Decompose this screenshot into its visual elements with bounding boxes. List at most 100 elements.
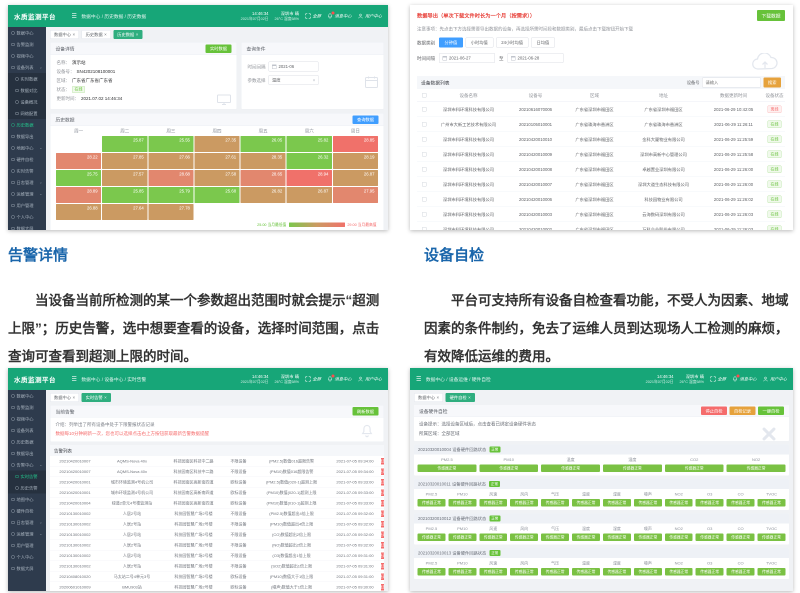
- calendar-day-cell[interactable]: 27.57: [102, 170, 147, 186]
- calendar-day-cell[interactable]: 28.65: [241, 170, 286, 186]
- fullscreen-button[interactable]: 全屏: [305, 13, 321, 19]
- sidebar-item[interactable]: 数据导出: [8, 448, 46, 460]
- close-icon[interactable]: ×: [73, 395, 76, 400]
- param-select[interactable]: 温度 ▾: [269, 75, 319, 85]
- date-to-input[interactable]: 2021-06-28: [508, 53, 564, 63]
- handle-alarm-button[interactable]: 处理: [381, 521, 384, 528]
- sidebar-item[interactable]: 告警监测: [8, 39, 46, 51]
- user-menu[interactable]: 用户中心: [357, 13, 382, 19]
- tab-chip[interactable]: 实时告警×: [82, 393, 111, 402]
- calendar-day-cell[interactable]: 26.05: [241, 136, 286, 152]
- download-button[interactable]: 下载数据: [757, 10, 785, 21]
- sidebar-item[interactable]: 设备概况: [8, 96, 46, 108]
- orange-action-button[interactable]: 自检记录: [729, 407, 755, 416]
- sensor-status-button[interactable]: 传感器正常: [479, 465, 538, 473]
- hamburger-icon[interactable]: ☰: [416, 376, 421, 383]
- calendar-day-cell[interactable]: 28.94: [287, 170, 332, 186]
- date-from-input[interactable]: 2021-06-27: [439, 53, 495, 63]
- table-row[interactable]: 深圳市科环境科技有限公司20210420010006广东省深圳市福田区科技园物业…: [417, 192, 785, 207]
- realtime-data-button[interactable]: 实时数据: [206, 44, 232, 53]
- sidebar-item[interactable]: 告警监测: [8, 402, 46, 414]
- tab-chip[interactable]: 历史数据×: [82, 30, 111, 39]
- calendar-day-cell[interactable]: 25.55: [148, 136, 193, 152]
- sidebar-item[interactable]: 实时数据: [8, 73, 46, 85]
- sidebar-item[interactable]: 数据大屏: [8, 563, 46, 575]
- sensor-status-button[interactable]: 传感器正常: [572, 499, 600, 507]
- sensor-status-button[interactable]: 传感器正常: [758, 568, 786, 576]
- sidebar-item[interactable]: 数据中心: [8, 27, 46, 39]
- calendar-day-cell[interactable]: 27.61: [194, 153, 239, 169]
- handle-alarm-button[interactable]: 处理: [381, 468, 384, 475]
- handle-alarm-button[interactable]: 处理: [381, 552, 384, 559]
- sidebar-item[interactable]: 网络配置: [8, 108, 46, 120]
- sensor-status-button[interactable]: 传感器正常: [603, 534, 631, 542]
- handle-alarm-button[interactable]: 处理: [381, 510, 384, 517]
- row-checkbox[interactable]: [417, 182, 431, 187]
- calendar-day-cell[interactable]: 28.22: [56, 153, 101, 169]
- sensor-status-button[interactable]: 传感器正常: [758, 499, 786, 507]
- sidebar-item[interactable]: 用户管理: [8, 200, 46, 212]
- category-chip[interactable]: 日均值: [531, 38, 555, 48]
- calendar-day-cell[interactable]: 26.88: [56, 204, 101, 220]
- sensor-status-button[interactable]: 传感器正常: [510, 499, 538, 507]
- sensor-status-button[interactable]: 传感器正常: [479, 534, 507, 542]
- row-checkbox[interactable]: [417, 137, 431, 142]
- tab-chip[interactable]: 数据中心×: [50, 30, 79, 39]
- handle-alarm-button[interactable]: 处理: [381, 563, 384, 570]
- category-chip[interactable]: 分钟值: [439, 38, 463, 48]
- sidebar-item[interactable]: 日志管理⌄: [8, 177, 46, 189]
- sidebar-item[interactable]: 数据大屏: [8, 223, 46, 231]
- sensor-status-button[interactable]: 传感器正常: [665, 465, 724, 473]
- row-checkbox[interactable]: [417, 122, 431, 127]
- month-picker-input[interactable]: 2021-06: [269, 62, 319, 72]
- table-row[interactable]: 深圳市科环境科技有限公司20210420010003广东省深圳市福田区云海数码深…: [417, 207, 785, 222]
- handle-alarm-button[interactable]: 处理: [381, 584, 384, 591]
- tab-chip[interactable]: 数据中心×: [50, 393, 79, 402]
- category-chip[interactable]: 24小时均值: [496, 38, 529, 48]
- close-icon[interactable]: ×: [468, 395, 471, 400]
- sidebar-item[interactable]: 实时告警: [8, 165, 46, 177]
- calendar-day-cell[interactable]: 27.64: [102, 204, 147, 220]
- sidebar-item[interactable]: 历史数据: [8, 119, 46, 131]
- sensor-status-button[interactable]: 传感器正常: [541, 534, 569, 542]
- calendar-day-cell[interactable]: 27.85: [102, 153, 147, 169]
- calendar-day-cell[interactable]: 26.82: [241, 187, 286, 203]
- sensor-status-button[interactable]: 传感器正常: [541, 499, 569, 507]
- tab-chip[interactable]: 数据中心×: [414, 393, 443, 402]
- tab-chip[interactable]: 硬件自检×: [446, 393, 475, 402]
- tab-chip[interactable]: 历史数据×: [113, 30, 142, 39]
- table-row[interactable]: 广州市大新工艺技术有限公司20210105010001广东省珠海市香洲区广东省珠…: [417, 117, 785, 132]
- handle-alarm-button[interactable]: 处理: [381, 489, 384, 496]
- fullscreen-button[interactable]: 全屏: [305, 376, 321, 382]
- calendar-day-cell[interactable]: 26.87: [333, 170, 378, 186]
- calendar-day-cell[interactable]: 25.79: [148, 187, 193, 203]
- sidebar-item[interactable]: 历史告警: [8, 482, 46, 494]
- handle-alarm-button[interactable]: 处理: [381, 458, 384, 465]
- fullscreen-button[interactable]: 全屏: [710, 376, 726, 382]
- sensor-status-button[interactable]: 传感器正常: [665, 499, 693, 507]
- sidebar-item[interactable]: 历史数据: [8, 436, 46, 448]
- sensor-status-button[interactable]: 传感器正常: [510, 568, 538, 576]
- hamburger-icon[interactable]: ☰: [72, 13, 77, 20]
- sidebar-item[interactable]: 数据中心: [8, 390, 46, 402]
- sensor-status-button[interactable]: 传感器正常: [448, 499, 476, 507]
- sidebar-item[interactable]: 地图中心: [8, 494, 46, 506]
- sidebar-item[interactable]: 运维管理⌄: [8, 528, 46, 540]
- sidebar-item[interactable]: 视频中心: [8, 50, 46, 62]
- notifications-button[interactable]: 消息中心: [732, 376, 757, 382]
- handle-alarm-button[interactable]: 处理: [381, 479, 384, 486]
- calendar-day-cell[interactable]: 26.87: [287, 187, 332, 203]
- row-checkbox[interactable]: [417, 152, 431, 157]
- search-input[interactable]: [702, 78, 761, 88]
- sensor-status-button[interactable]: 传感器正常: [696, 534, 724, 542]
- sidebar-item[interactable]: 地图中心⌄: [8, 142, 46, 154]
- sensor-status-button[interactable]: 传感器正常: [696, 499, 724, 507]
- calendar-day-cell[interactable]: 25.82: [287, 136, 332, 152]
- close-icon[interactable]: ×: [73, 32, 76, 37]
- query-data-button[interactable]: 查询数据: [352, 115, 378, 124]
- red-action-button[interactable]: 停止自检: [701, 407, 727, 416]
- calendar-day-cell[interactable]: 25.85: [102, 187, 147, 203]
- notifications-button[interactable]: 消息中心: [327, 376, 352, 382]
- sidebar-item[interactable]: 设备列表⌄: [8, 62, 46, 74]
- sidebar-item[interactable]: 硬件自检: [8, 505, 46, 517]
